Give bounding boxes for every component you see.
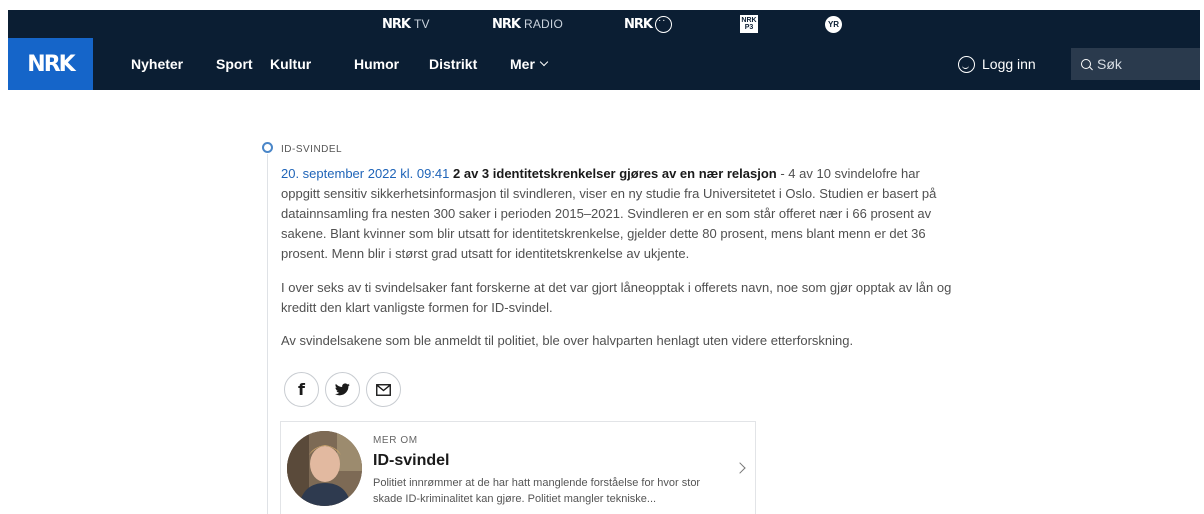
article-lead: 20. september 2022 kl. 09:41 2 av 3 iden… bbox=[281, 164, 961, 264]
super-face-icon bbox=[654, 15, 672, 33]
related-kicker: MER OM bbox=[373, 435, 418, 446]
nrk-tv-link[interactable]: NRK TV bbox=[382, 10, 430, 38]
topic-label: ID-SVINDEL bbox=[281, 144, 343, 155]
nav-item-nyheter[interactable]: Nyheter bbox=[131, 38, 183, 90]
chevron-down-icon bbox=[539, 57, 549, 67]
search-placeholder: Søk bbox=[1097, 56, 1122, 72]
nrk-logo[interactable]: NRK bbox=[8, 38, 93, 90]
related-topic-card[interactable]: MER OM ID-svindel Politiet innrømmer at … bbox=[280, 421, 756, 514]
article-paragraph-3: Av svindelsakene som ble anmeldt til pol… bbox=[281, 333, 854, 348]
nrk-tv-logo: NRK bbox=[382, 16, 411, 32]
article-paragraph-2: I over seks av ti svindelsaker fant fors… bbox=[281, 280, 952, 315]
nav-item-kultur[interactable]: Kultur bbox=[270, 38, 311, 90]
portrait-image bbox=[287, 431, 362, 506]
yr-logo-icon: YR bbox=[825, 15, 842, 33]
share-email-button[interactable] bbox=[366, 372, 401, 407]
twitter-icon bbox=[335, 383, 350, 396]
main-nav: NRK Nyheter Sport Kultur Humor Distrikt … bbox=[8, 38, 1200, 90]
timeline-line bbox=[267, 154, 268, 514]
nav-item-distrikt[interactable]: Distrikt bbox=[429, 38, 477, 90]
search-input[interactable]: Søk bbox=[1071, 48, 1200, 80]
related-description: Politiet innrømmer at de har hatt mangle… bbox=[373, 477, 701, 505]
nrk-p3-link[interactable]: NRK P3 bbox=[740, 10, 758, 38]
share-row: f bbox=[284, 372, 401, 407]
nrk-radio-logo: NRK bbox=[492, 16, 521, 32]
avatar bbox=[287, 431, 362, 506]
nrk-radio-link[interactable]: NRK RADIO bbox=[492, 10, 563, 38]
yr-link[interactable]: YR bbox=[825, 10, 842, 38]
article-headline: 2 av 3 identitetskrenkelser gjøres av en… bbox=[453, 166, 777, 181]
login-button[interactable]: Logg inn bbox=[958, 38, 1036, 90]
email-icon bbox=[376, 383, 391, 396]
nav-item-sport[interactable]: Sport bbox=[216, 38, 253, 90]
nrk-super-logo: NRK bbox=[624, 16, 653, 32]
timeline-dot-icon bbox=[262, 142, 273, 153]
share-facebook-button[interactable]: f bbox=[284, 372, 319, 407]
nrk-radio-label: RADIO bbox=[523, 17, 563, 31]
nav-item-humor[interactable]: Humor bbox=[354, 38, 399, 90]
share-twitter-button[interactable] bbox=[325, 372, 360, 407]
chevron-right-icon bbox=[734, 462, 746, 474]
p3-logo-icon: NRK P3 bbox=[740, 15, 758, 33]
login-label: Logg inn bbox=[982, 56, 1036, 72]
nav-item-mer[interactable]: Mer bbox=[510, 38, 549, 90]
facebook-icon: f bbox=[298, 380, 305, 399]
user-icon bbox=[958, 55, 975, 73]
nav-item-mer-label: Mer bbox=[510, 56, 535, 72]
nrk-tv-label: TV bbox=[413, 17, 430, 31]
service-bar: NRK TV NRK RADIO NRK NRK P3 YR bbox=[8, 10, 1200, 38]
nrk-super-link[interactable]: NRK bbox=[624, 10, 672, 38]
related-title: ID-svindel bbox=[373, 452, 450, 469]
article-timestamp[interactable]: 20. september 2022 kl. 09:41 bbox=[281, 166, 449, 181]
search-icon bbox=[1081, 59, 1091, 69]
